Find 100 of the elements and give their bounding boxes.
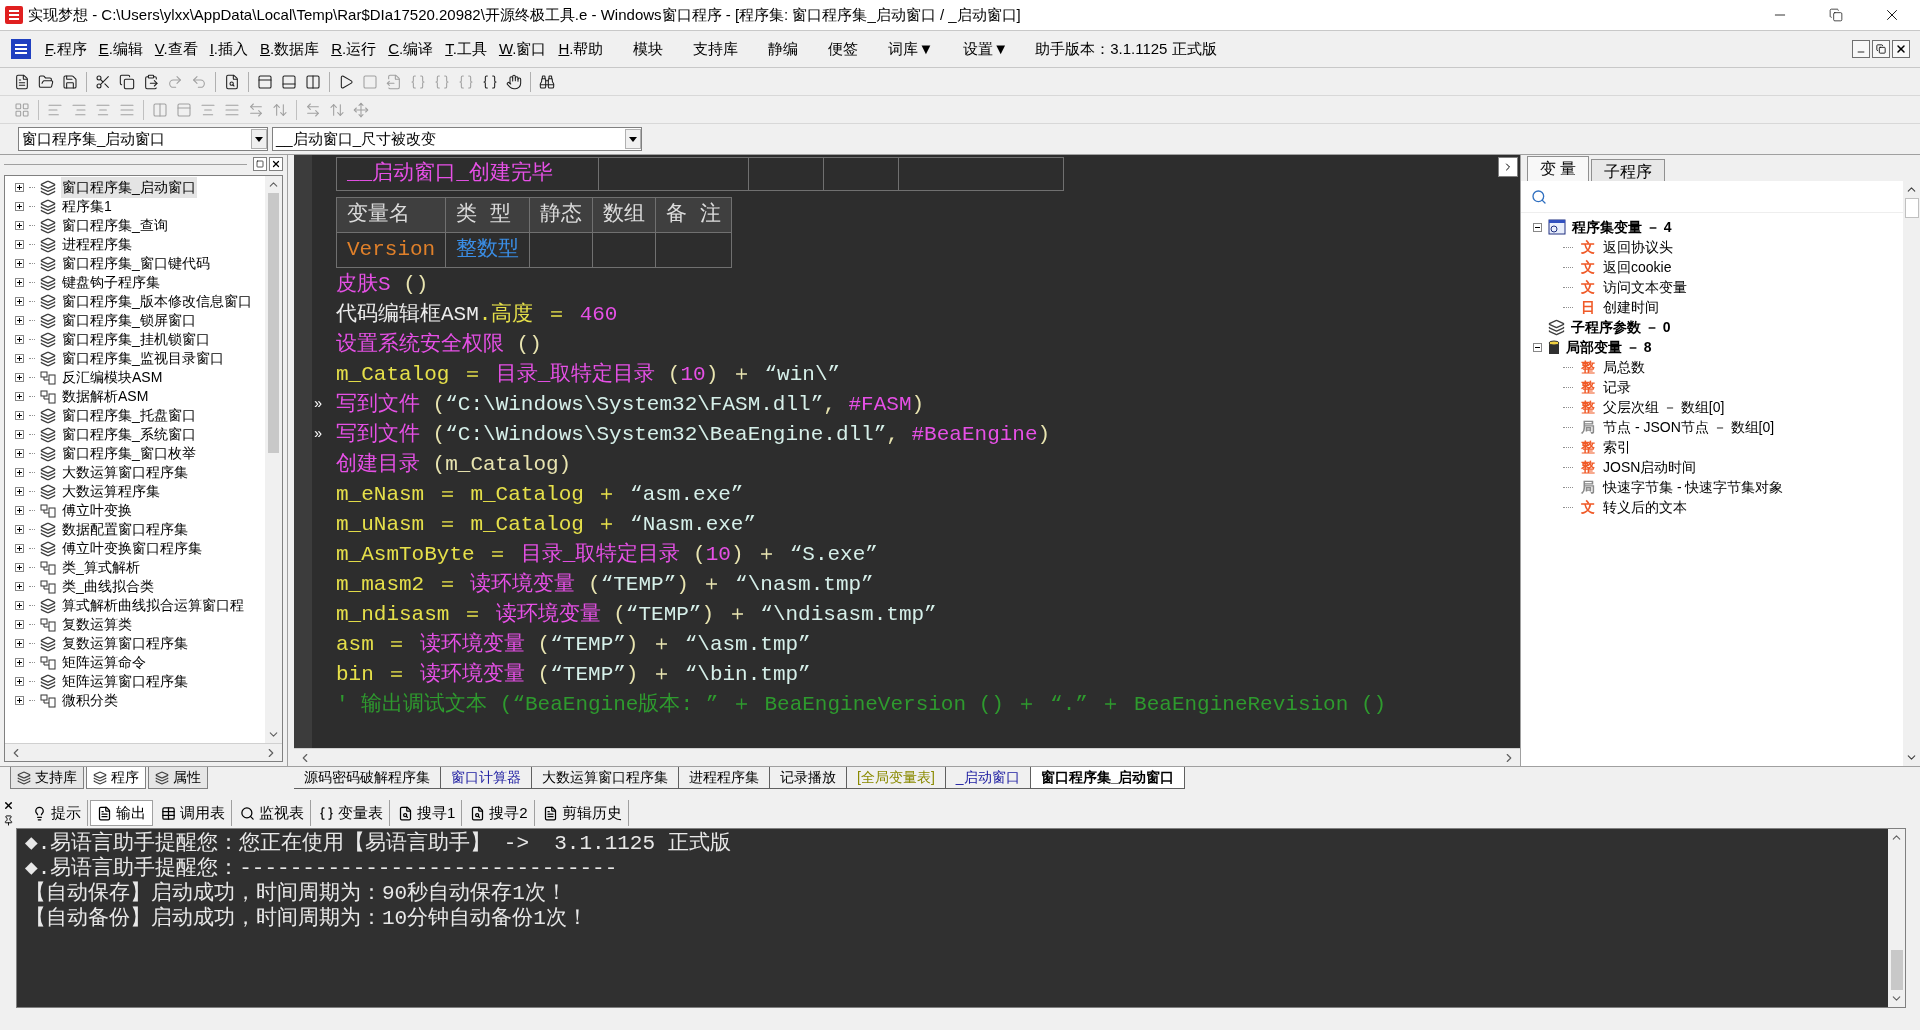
tab-icon[interactable] xyxy=(542,805,558,821)
dropdown[interactable]: 窗口程序集_启动窗口 xyxy=(18,127,268,151)
tree-item[interactable]: 反汇编模块ASM xyxy=(61,367,164,388)
menu-item[interactable]: H.帮助 xyxy=(553,37,609,61)
menu-item[interactable]: 便签 xyxy=(823,37,864,61)
tree-item[interactable]: 傅立叶变换 xyxy=(61,500,133,521)
tree-item[interactable]: 复数运算类 xyxy=(61,614,133,635)
expand-icon[interactable] xyxy=(15,658,24,667)
expand-icon[interactable] xyxy=(15,316,24,325)
menu-item[interactable]: V.查看 xyxy=(149,37,203,61)
variable-item[interactable]: 记录 xyxy=(1603,376,1631,398)
panel-tab[interactable]: 程序 xyxy=(86,767,146,789)
tab-icon[interactable] xyxy=(470,805,486,821)
group-label[interactable]: 局部变量 － 8 xyxy=(1566,336,1652,358)
variable-item[interactable]: 访问文本变量 xyxy=(1603,276,1687,298)
menu-item[interactable]: T.工具 xyxy=(440,37,492,61)
mdi-restore-button[interactable] xyxy=(1872,40,1890,58)
group-label[interactable]: 子程序参数 － 0 xyxy=(1571,316,1671,338)
output-tab[interactable]: 输出 xyxy=(90,800,153,826)
output-tab[interactable]: 监视表 xyxy=(234,800,311,826)
expand-icon[interactable] xyxy=(15,411,24,420)
app-menu-icon[interactable] xyxy=(10,38,32,60)
expand-icon[interactable] xyxy=(15,430,24,439)
tree-item[interactable]: 窗口程序集_启动窗口 xyxy=(61,177,197,198)
expand-icon[interactable] xyxy=(15,525,24,534)
editor-tab[interactable]: 窗口程序集_启动窗口 xyxy=(1030,767,1186,789)
tree-item[interactable]: 窗口程序集_窗口键代码 xyxy=(61,253,211,274)
expand-icon[interactable] xyxy=(15,221,24,230)
expand-icon[interactable] xyxy=(15,639,24,648)
expand-icon[interactable] xyxy=(15,563,24,572)
horizontal-scrollbar[interactable] xyxy=(5,743,282,761)
tab-icon[interactable] xyxy=(161,805,176,821)
tree-item[interactable]: 窗口程序集_托盘窗口 xyxy=(61,405,197,426)
vertical-scrollbar[interactable] xyxy=(1888,829,1905,1007)
tree-item[interactable]: 数据配置窗口程序集 xyxy=(61,519,189,540)
expand-icon[interactable] xyxy=(15,297,24,306)
tab-icon[interactable] xyxy=(398,805,413,821)
tree-item[interactable]: 程序集1 xyxy=(61,196,113,217)
variable-item[interactable]: 快速字节集 - 快速字节集对象 xyxy=(1603,476,1784,498)
menu-item[interactable]: B.数据库 xyxy=(255,37,325,61)
editor-tab[interactable]: 大数运算窗口程序集 xyxy=(532,767,679,789)
restore-icon[interactable] xyxy=(1876,44,1886,54)
dropdown[interactable]: __启动窗口_尺寸被改变 xyxy=(272,127,642,151)
expand-icon[interactable] xyxy=(15,449,24,458)
expand-icon[interactable] xyxy=(15,183,24,192)
expand-icon[interactable] xyxy=(15,696,24,705)
tree-item[interactable]: 窗口程序集_挂机锁窗口 xyxy=(61,329,211,350)
expand-icon[interactable] xyxy=(15,354,24,363)
vertical-scrollbar[interactable] xyxy=(265,176,282,743)
tree-item[interactable]: 复数运算窗口程序集 xyxy=(61,633,189,654)
expand-icon[interactable] xyxy=(15,506,24,515)
variable-item[interactable]: 返回协议头 xyxy=(1603,236,1673,258)
close-icon[interactable] xyxy=(2,800,14,811)
output-tab[interactable]: 调用表 xyxy=(155,800,232,826)
stacked-layers-icon[interactable] xyxy=(93,770,107,785)
variable-item[interactable]: 局总数 xyxy=(1603,356,1645,378)
expand-icon[interactable] xyxy=(15,677,24,686)
collapse-icon[interactable] xyxy=(1533,342,1542,352)
variable-item[interactable]: 父层次组 － 数组[0] xyxy=(1603,396,1725,418)
output-tab[interactable]: 提示 xyxy=(26,800,88,826)
menu-item[interactable]: 支持库 xyxy=(688,37,744,61)
tab-icon[interactable] xyxy=(32,805,47,821)
editor-tab[interactable]: 记录播放 xyxy=(770,767,847,789)
scroll-thumb[interactable] xyxy=(1890,950,1903,990)
tab-icon[interactable] xyxy=(240,805,255,821)
expand-icon[interactable] xyxy=(15,620,24,629)
expand-icon[interactable] xyxy=(15,582,24,591)
tree-item[interactable]: 微积分类 xyxy=(61,690,119,711)
tree-item[interactable]: 键盘钩子程序集 xyxy=(61,272,161,293)
output-tab[interactable]: 搜寻2 xyxy=(464,800,535,826)
output-tab[interactable]: 剪辑历史 xyxy=(536,800,629,826)
tab-icon[interactable] xyxy=(97,805,112,821)
editor-tab[interactable]: 源码密码破解程序集 xyxy=(294,767,441,789)
tree-item[interactable]: 傅立叶变换窗口程序集 xyxy=(61,538,203,559)
expand-icon[interactable] xyxy=(15,487,24,496)
editor-tab[interactable]: _启动窗口 xyxy=(945,767,1031,789)
tree-item[interactable]: 大数运算程序集 xyxy=(61,481,161,502)
scroll-thumb[interactable] xyxy=(268,193,279,453)
variable-item[interactable]: 返回cookie xyxy=(1603,256,1672,278)
tree-item[interactable]: 算式解析曲线拟合运算窗口程 xyxy=(61,595,245,616)
menu-item[interactable]: 设置▼ xyxy=(958,37,1014,61)
expand-icon[interactable] xyxy=(15,278,24,287)
expand-icon[interactable] xyxy=(15,544,24,553)
menu-item[interactable]: I.插入 xyxy=(204,37,253,61)
pin-icon[interactable] xyxy=(2,815,14,826)
tree-item[interactable]: 窗口程序集_系统窗口 xyxy=(61,424,197,445)
expand-icon[interactable] xyxy=(15,240,24,249)
tree-item[interactable]: 进程程序集 xyxy=(61,234,133,255)
tree-item[interactable]: 大数运算窗口程序集 xyxy=(61,462,189,483)
group-label[interactable]: 程序集变量 － 4 xyxy=(1572,216,1672,238)
stacked-layers-icon[interactable] xyxy=(155,770,169,785)
mdi-minimize-button[interactable] xyxy=(1852,40,1870,58)
tree-item[interactable]: 数据解析ASM xyxy=(61,386,150,407)
menu-item[interactable]: 静编 xyxy=(763,37,804,61)
variable-item[interactable]: 节点 - JSON节点 － 数组[0] xyxy=(1603,416,1775,438)
search-icon[interactable] xyxy=(1531,188,1547,205)
menu-item[interactable]: F.程序 xyxy=(40,37,92,61)
panel-tab[interactable]: 支持库 xyxy=(10,767,84,789)
scroll-thumb[interactable] xyxy=(1904,198,1919,218)
horizontal-scrollbar[interactable] xyxy=(294,748,1520,766)
